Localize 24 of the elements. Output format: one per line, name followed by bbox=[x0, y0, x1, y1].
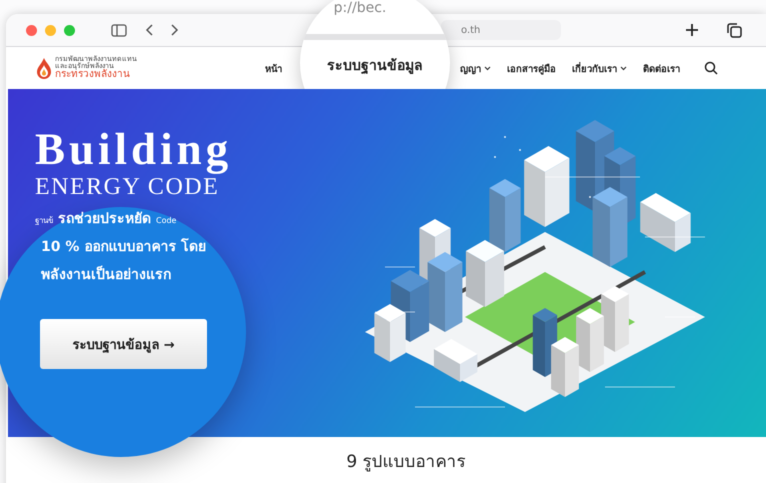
hero-subtitle: ENERGY CODE bbox=[35, 174, 220, 201]
close-window-button[interactable] bbox=[26, 24, 37, 36]
logo-text: กระทรวงพลังงาน bbox=[55, 70, 131, 80]
nav-link[interactable]: หน้า bbox=[265, 60, 282, 76]
nav-link[interactable]: ญญา bbox=[460, 60, 491, 76]
nav-link[interactable]: ติดต่อเรา bbox=[643, 60, 680, 76]
address-field[interactable]: o.th bbox=[441, 20, 561, 40]
nav-link[interactable]: ระบบฐานข้อมูล bbox=[327, 54, 423, 76]
hero-text: รถช่วยประหยัด bbox=[58, 210, 151, 229]
hero-text: 10 % ออกแบบอาคาร โดย bbox=[40, 237, 208, 257]
tabs-overview-icon[interactable] bbox=[727, 22, 742, 38]
nav-link[interactable]: เกี่ยวกับเรา bbox=[572, 60, 627, 76]
search-icon[interactable] bbox=[704, 61, 718, 75]
address-text: p://bec. bbox=[334, 0, 386, 16]
section-heading: 9 รูปแบบอาคาร bbox=[346, 451, 466, 474]
sidebar-icon[interactable] bbox=[111, 24, 127, 36]
hero-title: Building bbox=[35, 127, 234, 172]
nav-link[interactable]: เอกสารคู่มือ bbox=[507, 60, 556, 76]
hero-text: พลังงานเป็นอย่างแรก bbox=[40, 264, 172, 285]
hero-text: ฐานข้ bbox=[35, 215, 53, 227]
database-button[interactable]: ระบบฐานข้อมูล → bbox=[40, 319, 207, 369]
plus-icon[interactable] bbox=[685, 23, 699, 37]
hero-text: Code bbox=[156, 216, 176, 225]
flame-logo-icon[interactable] bbox=[36, 57, 52, 79]
